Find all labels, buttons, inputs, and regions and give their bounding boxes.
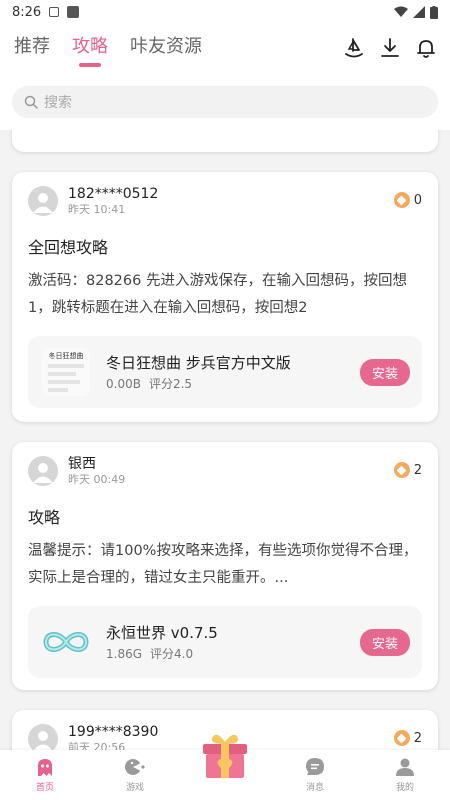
app-icon — [42, 618, 90, 666]
nav-messages[interactable]: 消息 — [270, 750, 360, 800]
tab-friend-resources[interactable]: 咔友资源 — [130, 32, 202, 64]
post-time: 前天 20:56 — [68, 741, 126, 750]
search-bar: 搜索 — [0, 72, 450, 130]
app-box[interactable]: 永恒世界 v0.7.5 1.86G 评分4.0 安装 — [28, 606, 422, 678]
download-icon[interactable] — [380, 37, 400, 59]
search-placeholder: 搜索 — [44, 95, 72, 111]
nav-home-label: 首页 — [35, 783, 54, 793]
search-input[interactable]: 搜索 — [12, 86, 438, 118]
ghost-home-icon — [38, 759, 52, 776]
user-avatar-icon — [33, 193, 53, 213]
battery-icon — [430, 5, 438, 19]
username[interactable]: 银西 — [68, 456, 125, 473]
coin-icon — [393, 462, 410, 478]
nav-profile-label: 我的 — [395, 783, 414, 793]
post-body[interactable]: 激活码：828266 先进入游戏保存，在输入回想码，按回想1，跳转标题在进入在输… — [12, 258, 438, 322]
post-time: 昨天 00:49 — [68, 473, 126, 486]
wifi-icon — [394, 6, 408, 17]
coin-count: 2 — [413, 462, 422, 478]
post-title[interactable]: 攻略 — [12, 487, 438, 528]
app-icon-text: 冬日狂想曲 — [49, 351, 84, 360]
app-size: 0.00B — [106, 377, 141, 391]
nav-profile[interactable]: 我的 — [360, 750, 450, 800]
post-time: 昨天 10:41 — [68, 203, 126, 216]
app-notification-icon — [67, 6, 80, 18]
post-card[interactable]: 182****0512 昨天 10:41 0 全回想攻略 激活码：828266 … — [12, 172, 438, 422]
install-button[interactable]: 安装 — [359, 628, 410, 656]
status-bar: 8:26 — [0, 0, 450, 24]
username[interactable]: 182****0512 — [68, 186, 158, 203]
status-time: 8:26 — [12, 4, 42, 20]
coin-badge[interactable]: 2 — [393, 730, 422, 746]
avatar[interactable] — [28, 724, 58, 750]
coin-badge[interactable]: 2 — [393, 462, 422, 478]
signal-icon — [413, 6, 425, 18]
infinity-logo-icon — [43, 632, 89, 652]
user-avatar-icon — [33, 731, 53, 750]
username[interactable]: 199****8390 — [68, 724, 158, 741]
post-card[interactable]: 银西 昨天 00:49 2 攻略 温馨提示：请100%按攻略来选择，有些选项你觉… — [12, 442, 438, 690]
nav-games[interactable]: 游戏 — [90, 750, 180, 800]
app-rating: 评分2.5 — [148, 377, 193, 391]
top-nav: 推荐 攻略 咔友资源 — [0, 24, 450, 72]
bottom-nav: 首页 游戏 消息 我的 — [0, 734, 450, 800]
coin-count: 0 — [413, 192, 422, 208]
message-icon — [306, 758, 324, 775]
app-name: 永恒世界 v0.7.5 — [106, 624, 218, 642]
notification-icon — [49, 7, 60, 17]
app-rating: 评分4.0 — [150, 647, 194, 661]
avatar[interactable] — [28, 186, 58, 216]
user-profile-icon — [396, 758, 414, 776]
avatar[interactable] — [28, 456, 58, 486]
nav-home[interactable]: 首页 — [0, 750, 90, 800]
user-avatar-icon — [33, 463, 53, 483]
tab-recommend[interactable]: 推荐 — [14, 32, 50, 64]
coin-icon — [393, 192, 410, 208]
bell-icon[interactable] — [416, 37, 436, 59]
pacman-games-icon — [125, 759, 145, 775]
sailboat-icon[interactable] — [344, 37, 364, 59]
coin-icon — [393, 730, 410, 746]
search-icon — [24, 95, 38, 109]
install-button[interactable]: 安装 — [359, 358, 410, 386]
post-card-previous[interactable] — [12, 130, 438, 152]
nav-games-label: 游戏 — [125, 783, 144, 793]
app-size: 1.86G — [106, 647, 143, 661]
post-body[interactable]: 温馨提示：请100%按攻略来选择，有些选项你觉得不合理，实际上是合理的，错过女主… — [12, 528, 438, 592]
feed: 182****0512 昨天 10:41 0 全回想攻略 激活码：828266 … — [0, 130, 450, 750]
coin-count: 2 — [413, 730, 422, 746]
app-name: 冬日狂想曲 步兵官方中文版 — [106, 354, 291, 372]
app-icon: 冬日狂想曲 — [42, 348, 90, 396]
coin-badge[interactable]: 0 — [393, 192, 422, 208]
app-box[interactable]: 冬日狂想曲 冬日狂想曲 步兵官方中文版 0.00B 评分2.5 安装 — [28, 336, 422, 408]
gift-box-icon[interactable] — [200, 732, 250, 780]
nav-messages-label: 消息 — [305, 783, 324, 793]
post-title[interactable]: 全回想攻略 — [12, 217, 438, 258]
tab-guides[interactable]: 攻略 — [72, 32, 108, 64]
